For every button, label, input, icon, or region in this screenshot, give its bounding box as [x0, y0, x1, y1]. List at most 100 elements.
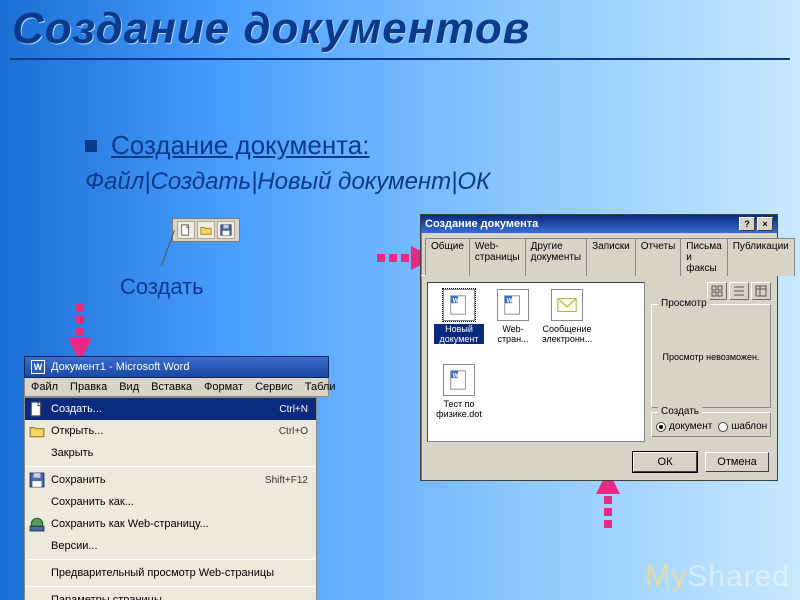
radio-template[interactable]: шаблон [718, 421, 767, 432]
word-doc-icon: W [443, 364, 475, 396]
callout-line [161, 230, 175, 266]
title-underline [10, 58, 790, 60]
word-window: W Документ1 - Microsoft Word ФайлПравкаВ… [24, 356, 329, 600]
word-titlebar-text: Документ1 - Microsoft Word [51, 361, 189, 373]
preview-text: Просмотр невозможен. [663, 352, 760, 362]
mail-doc-icon [551, 289, 583, 321]
menubar-item[interactable]: Сервис [249, 378, 299, 396]
menubar-item[interactable]: Формат [198, 378, 249, 396]
radio-template-label: шаблон [731, 421, 767, 432]
dialog-tab[interactable]: Другие документы [525, 238, 588, 276]
callout-label: Создать [120, 274, 204, 300]
menu-item[interactable]: Сохранить Shift+F12 [25, 469, 316, 491]
menu-item[interactable]: Закрыть [25, 442, 316, 464]
blank-icon [29, 538, 45, 554]
slide-title: Создание документов [12, 4, 530, 54]
watermark: MyShared [645, 560, 790, 594]
mini-toolbar [172, 218, 240, 242]
word-app-icon: W [31, 360, 45, 374]
template-item[interactable]: W Тест по физике.dot [434, 364, 484, 419]
dialog-tabs: ОбщиеWeb-страницыДругие документыЗаписки… [421, 233, 777, 276]
dialog-title-text: Создание документа [425, 218, 538, 230]
menubar-item[interactable]: Файл [25, 378, 64, 396]
preview-group: Просмотр Просмотр невозможен. [651, 304, 771, 408]
template-item[interactable]: WНовый документ [434, 289, 484, 344]
word-doc-icon: W [443, 289, 475, 321]
wsave-icon [29, 516, 45, 532]
dialog-tab[interactable]: Общие [425, 238, 470, 276]
dialog-tab[interactable]: Письма и факсы [680, 238, 727, 276]
menu-path-text: Файл|Создать|Новый документ|ОК [85, 168, 490, 196]
file-menu-dropdown: Создать...Ctrl+NОткрыть...Ctrl+O Закрыть С… [24, 397, 317, 600]
dialog-tab[interactable]: Публикации [727, 238, 795, 276]
ok-button[interactable]: ОК [633, 452, 697, 472]
menu-item-label: Закрыть [51, 447, 302, 459]
template-item-label: Сообщение электронн... [542, 324, 592, 344]
menu-item-label: Создать... [51, 403, 273, 415]
template-list: WНовый документWWeb-стран...Сообщение эл… [427, 282, 645, 442]
word-menubar: ФайлПравкаВидВставкаФорматСервисТабли [24, 378, 329, 397]
menubar-item[interactable]: Вставка [145, 378, 198, 396]
cancel-button[interactable]: Отмена [705, 452, 769, 472]
menu-item-label: Сохранить [51, 474, 259, 486]
bullet-square-icon [85, 140, 97, 152]
menubar-item[interactable]: Вид [113, 378, 145, 396]
new-file-icon[interactable] [177, 221, 195, 239]
word-titlebar: W Документ1 - Microsoft Word [24, 356, 329, 378]
menu-separator [27, 466, 314, 467]
menubar-item[interactable]: Табли [299, 378, 342, 396]
menu-item-label: Предварительный просмотр Web-страницы [51, 567, 302, 579]
view-details-button[interactable] [751, 282, 771, 300]
preview-box: Просмотр невозможен. [656, 311, 766, 403]
template-item-label: Тест по физике.dot [434, 399, 484, 419]
menu-item-label: Сохранить как Web-страницу... [51, 518, 302, 530]
view-list-button[interactable] [729, 282, 749, 300]
create-document-dialog: Создание документа ? × ОбщиеWeb-страницы… [420, 214, 778, 481]
watermark-a: My [645, 560, 687, 593]
menu-item[interactable]: Создать...Ctrl+N [25, 398, 316, 420]
dialog-titlebar: Создание документа ? × [421, 215, 777, 233]
radio-document-label: документ [669, 421, 712, 432]
menu-item-label: Параметры страницы... [51, 594, 302, 600]
close-button[interactable]: × [757, 217, 773, 231]
help-button[interactable]: ? [739, 217, 755, 231]
watermark-b: Shared [687, 560, 790, 593]
radio-icon [718, 422, 728, 432]
svg-text:W: W [507, 297, 514, 304]
menu-item[interactable]: Открыть...Ctrl+O [25, 420, 316, 442]
menu-item-shortcut: Ctrl+O [279, 426, 308, 437]
template-item[interactable]: Сообщение электронн... [542, 289, 592, 344]
view-large-icons-button[interactable] [707, 282, 727, 300]
bullet-text: Создание документа: [111, 130, 370, 161]
save-icon [29, 472, 45, 488]
svg-text:W: W [453, 372, 460, 379]
bullet-row: Создание документа: [85, 130, 370, 161]
save-disk-icon[interactable] [217, 221, 235, 239]
blank-icon [29, 592, 45, 600]
menu-item[interactable]: Сохранить как Web-страницу... [25, 513, 316, 535]
menu-separator [27, 586, 314, 587]
preview-group-label: Просмотр [658, 298, 710, 309]
menu-item[interactable]: Предварительный просмотр Web-страницы [25, 562, 316, 584]
menu-separator [27, 559, 314, 560]
radio-document[interactable]: документ [656, 421, 712, 432]
radio-icon [656, 422, 666, 432]
template-item-label: Web-стран... [488, 324, 538, 344]
create-type-group: Создать документ шаблон [651, 412, 771, 437]
word-doc-icon: W [497, 289, 529, 321]
new-icon [29, 401, 45, 417]
blank-icon [29, 445, 45, 461]
menu-item-shortcut: Shift+F12 [265, 475, 308, 486]
dialog-tab[interactable]: Записки [586, 238, 636, 276]
dialog-tab[interactable]: Отчеты [635, 238, 682, 276]
arrow-down-icon [68, 302, 92, 362]
menu-item[interactable]: Сохранить как... [25, 491, 316, 513]
open-folder-icon[interactable] [197, 221, 215, 239]
menu-item-label: Сохранить как... [51, 496, 302, 508]
menu-item[interactable]: Версии... [25, 535, 316, 557]
dialog-tab[interactable]: Web-страницы [469, 238, 526, 276]
menubar-item[interactable]: Правка [64, 378, 113, 396]
open-icon [29, 423, 45, 439]
menu-item[interactable]: Параметры страницы... [25, 589, 316, 600]
template-item[interactable]: W Web-стран... [488, 289, 538, 344]
